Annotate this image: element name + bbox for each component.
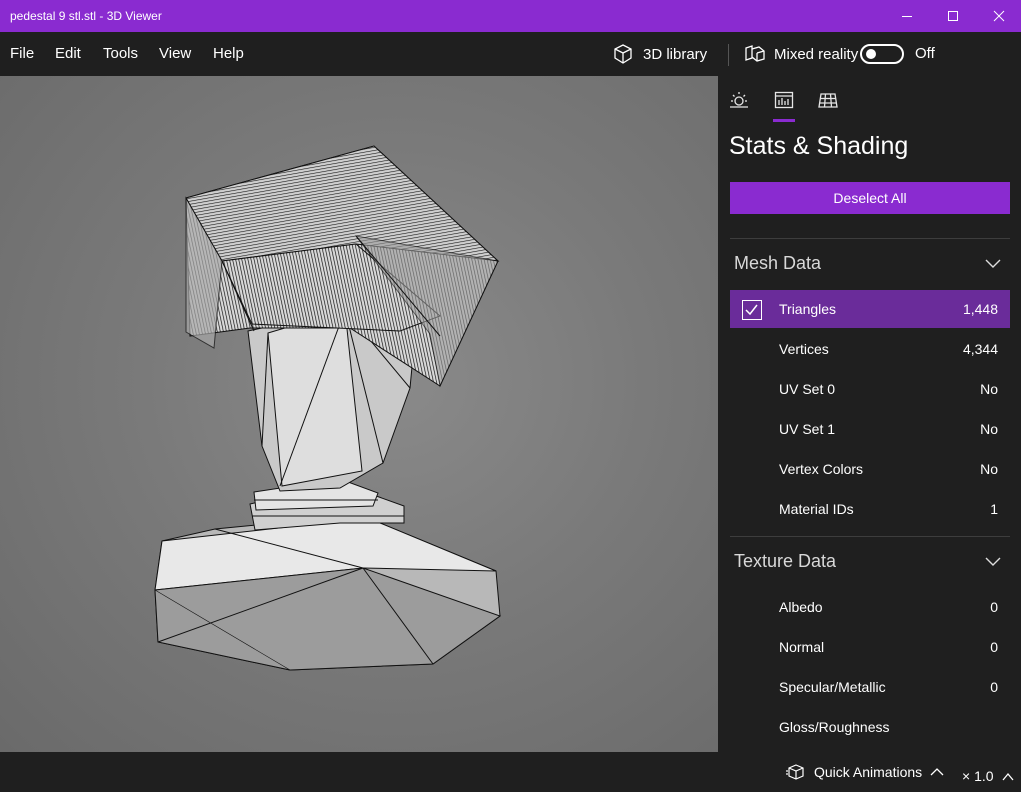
panel-title: Stats & Shading: [729, 132, 909, 160]
texture-data-header[interactable]: Texture Data: [734, 551, 836, 572]
quick-animations-button[interactable]: Quick Animations: [786, 752, 944, 792]
sun-icon: [730, 92, 748, 108]
row-value: No: [980, 461, 998, 477]
maximize-icon: [948, 11, 958, 21]
row-value: 0: [990, 639, 998, 655]
row-value: 0: [990, 679, 998, 695]
menu-file[interactable]: File: [10, 32, 34, 76]
row-label: Triangles: [779, 301, 837, 317]
section-divider: [730, 238, 1010, 239]
grid-icon: [818, 93, 838, 108]
3d-viewport[interactable]: [0, 76, 718, 752]
3d-library-label: 3D library: [643, 45, 708, 63]
row-label: UV Set 0: [779, 381, 836, 397]
stats-icon: [774, 91, 794, 109]
deselect-all-button[interactable]: Deselect All: [730, 182, 1010, 214]
mixed-reality-state: Off: [915, 45, 935, 62]
mesh-row-uv-set-0[interactable]: UV Set 0 No: [730, 370, 1010, 408]
tab-selected-indicator: [773, 119, 795, 122]
menu-divider: [728, 44, 729, 66]
mixed-reality-toggle[interactable]: [860, 44, 904, 64]
row-value: No: [980, 381, 998, 397]
triangles-checkbox[interactable]: [742, 300, 762, 320]
row-label: Albedo: [779, 599, 823, 615]
mixed-reality-button[interactable]: Mixed reality: [744, 32, 858, 76]
toggle-knob: [866, 49, 876, 59]
speed-chevron-up-icon[interactable]: [1002, 752, 1014, 792]
menu-view[interactable]: View: [159, 32, 191, 76]
status-bar: Quick Animations × 1.0: [0, 752, 1021, 792]
3d-library-button[interactable]: 3D library: [612, 32, 707, 76]
mesh-row-triangles[interactable]: Triangles 1,448: [730, 290, 1010, 328]
texture-data-collapse[interactable]: [985, 553, 1001, 574]
mesh-row-vertices[interactable]: Vertices 4,344: [730, 330, 1010, 368]
row-label: Vertices: [779, 341, 829, 357]
row-label: Specular/Metallic: [779, 679, 886, 695]
cube-icon: [614, 44, 632, 64]
mixed-reality-label: Mixed reality: [774, 45, 859, 63]
minimize-button[interactable]: [884, 0, 930, 32]
texture-row-specular-metallic[interactable]: Specular/Metallic 0: [730, 668, 1010, 706]
section-divider: [730, 536, 1010, 537]
row-label: Gloss/Roughness: [779, 719, 890, 735]
chevron-down-icon: [985, 259, 1001, 268]
menu-edit[interactable]: Edit: [55, 32, 81, 76]
mixed-reality-icon: [745, 45, 765, 62]
row-value: 0: [990, 599, 998, 615]
row-label: UV Set 1: [779, 421, 836, 437]
texture-row-gloss-roughness[interactable]: Gloss/Roughness: [730, 708, 1010, 746]
chevron-down-icon: [985, 557, 1001, 566]
mesh-row-uv-set-1[interactable]: UV Set 1 No: [730, 410, 1010, 448]
window-title: pedestal 9 stl.stl - 3D Viewer: [10, 9, 162, 23]
menu-help[interactable]: Help: [213, 32, 244, 76]
title-bar: pedestal 9 stl.stl - 3D Viewer: [0, 0, 1021, 32]
animation-speed[interactable]: × 1.0: [962, 752, 994, 792]
close-button[interactable]: [976, 0, 1021, 32]
checkmark-icon: [745, 304, 758, 316]
maximize-button[interactable]: [930, 0, 976, 32]
mesh-row-vertex-colors[interactable]: Vertex Colors No: [730, 450, 1010, 488]
tab-lighting[interactable]: [725, 86, 753, 114]
chevron-up-icon: [930, 768, 944, 776]
row-value: 4,344: [962, 341, 998, 357]
row-label: Material IDs: [779, 501, 854, 517]
mesh-data-header[interactable]: Mesh Data: [734, 253, 821, 274]
row-value: 1: [990, 501, 998, 517]
row-label: Normal: [779, 639, 825, 655]
menu-tools[interactable]: Tools: [103, 32, 138, 76]
row-label: Vertex Colors: [779, 461, 864, 477]
texture-row-normal[interactable]: Normal 0: [730, 628, 1010, 666]
close-icon: [993, 10, 1005, 22]
minimize-icon: [902, 16, 912, 17]
tab-stats[interactable]: [770, 86, 798, 114]
mesh-row-material-ids[interactable]: Material IDs 1: [730, 490, 1010, 528]
row-value: No: [980, 421, 998, 437]
row-value: 1,448: [962, 301, 998, 317]
texture-row-albedo[interactable]: Albedo 0: [730, 588, 1010, 626]
tab-grid[interactable]: [814, 86, 842, 114]
quick-animations-label: Quick Animations: [814, 764, 923, 780]
animation-cube-icon: [786, 764, 804, 780]
pedestal-model[interactable]: [0, 76, 718, 752]
mesh-data-collapse[interactable]: [985, 255, 1001, 276]
